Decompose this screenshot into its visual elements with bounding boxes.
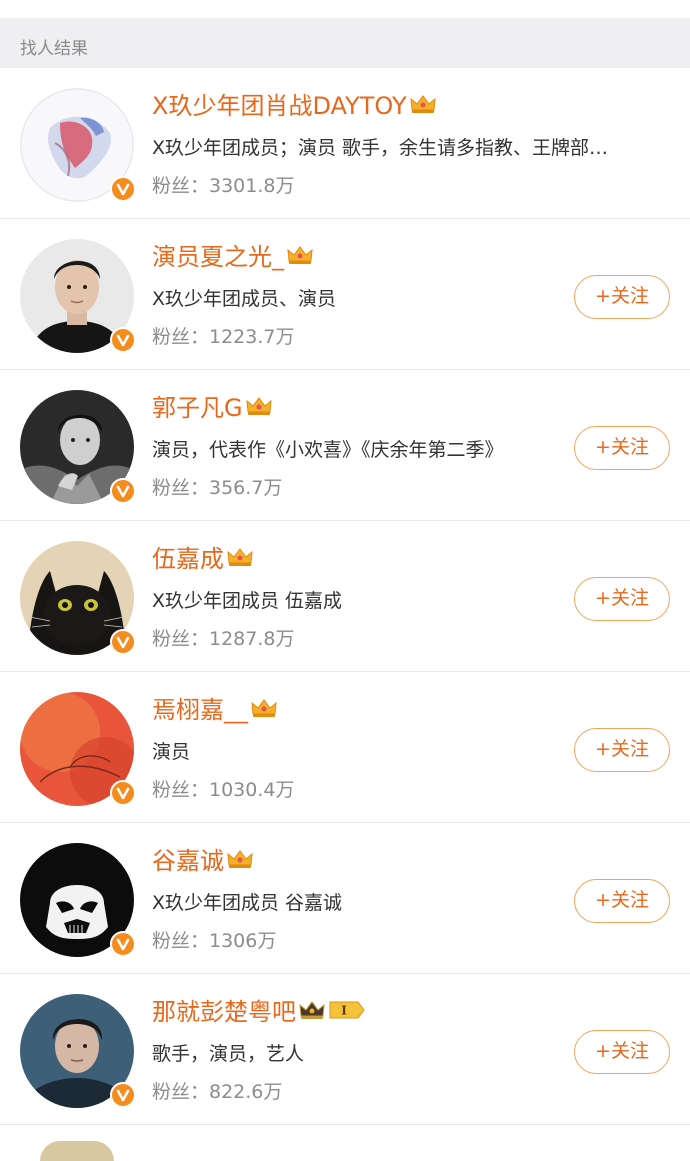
fans-count: 粉丝：3301.8万 — [152, 175, 295, 197]
follow-button[interactable]: +关注 — [574, 1030, 670, 1074]
fans-count: 粉丝：1030.4万 — [152, 779, 295, 801]
section-title: 找人结果 — [20, 39, 88, 59]
fans-count: 粉丝：1223.7万 — [152, 326, 295, 348]
rank-badge-label: I — [341, 1004, 347, 1018]
verified-v-icon — [110, 931, 136, 957]
verified-v-icon — [110, 780, 136, 806]
user-name[interactable]: 那就彭楚粤吧 I — [152, 994, 366, 1030]
user-description: X玖少年团成员 伍嘉成 — [152, 590, 343, 612]
user-result-row[interactable]: X玖少年团肖战DAYTOY X玖少年团成员；演员 歌手，余生请多指教、王牌部… … — [0, 68, 690, 219]
rank-badge-icon: I — [328, 995, 366, 1031]
follow-button[interactable]: +关注 — [574, 275, 670, 319]
verified-v-icon — [110, 327, 136, 353]
user-name-text[interactable]: 那就彭楚粤吧 — [152, 998, 296, 1026]
follow-button[interactable]: +关注 — [574, 879, 670, 923]
user-result-row[interactable]: 演员夏之光_ X玖少年团成员、演员 粉丝：1223.7万 +关注 — [0, 219, 690, 370]
user-description: X玖少年团成员 谷嘉诚 — [152, 892, 343, 914]
user-description: 演员，代表作《小欢喜》《庆余年第二季》 — [152, 439, 504, 461]
user-description: 演员 — [152, 741, 191, 763]
user-description: X玖少年团成员；演员 歌手，余生请多指教、王牌部… — [152, 137, 609, 159]
vip-crown-icon — [409, 89, 437, 125]
verified-v-icon — [110, 629, 136, 655]
top-strip — [0, 0, 690, 18]
user-name[interactable]: 谷嘉诚 — [152, 843, 254, 879]
section-header: 找人结果 — [0, 18, 690, 68]
user-name[interactable]: 伍嘉成 — [152, 541, 254, 577]
fans-count: 粉丝：356.7万 — [152, 477, 283, 499]
fans-count: 粉丝：1306万 — [152, 930, 277, 952]
vip-crown-icon — [226, 844, 254, 880]
next-row-peek — [0, 1125, 690, 1161]
user-name-text[interactable]: 伍嘉成 — [152, 545, 224, 573]
user-name[interactable]: 郭子凡G — [152, 390, 273, 426]
follow-button[interactable]: +关注 — [574, 577, 670, 621]
user-result-row[interactable]: 那就彭楚粤吧 I 歌手，演员，艺人 粉丝：822.6万 +关注 — [0, 974, 690, 1125]
verified-v-icon — [110, 478, 136, 504]
vip-crown-icon — [286, 240, 314, 276]
vip-crown-icon — [250, 693, 278, 729]
user-result-row[interactable]: 郭子凡G 演员，代表作《小欢喜》《庆余年第二季》 粉丝：356.7万 +关注 — [0, 370, 690, 521]
vip-crown-icon — [245, 391, 273, 427]
follow-button[interactable]: +关注 — [574, 728, 670, 772]
user-name-text[interactable]: 郭子凡G — [152, 394, 243, 422]
user-name[interactable]: X玖少年团肖战DAYTOY — [152, 88, 437, 124]
vip-crown-icon — [298, 995, 326, 1031]
user-name-text[interactable]: 焉栩嘉__ — [152, 696, 248, 724]
user-description: X玖少年团成员、演员 — [152, 288, 337, 310]
verified-v-icon — [110, 1082, 136, 1108]
verified-v-icon — [110, 176, 136, 202]
fans-count: 粉丝：822.6万 — [152, 1081, 283, 1103]
fans-count: 粉丝：1287.8万 — [152, 628, 295, 650]
avatar — [40, 1141, 114, 1161]
follow-button[interactable]: +关注 — [574, 426, 670, 470]
user-name-text[interactable]: 谷嘉诚 — [152, 847, 224, 875]
user-name-text[interactable]: X玖少年团肖战DAYTOY — [152, 92, 407, 120]
user-result-row[interactable]: 伍嘉成 X玖少年团成员 伍嘉成 粉丝：1287.8万 +关注 — [0, 521, 690, 672]
user-description: 歌手，演员，艺人 — [152, 1043, 305, 1065]
user-name[interactable]: 焉栩嘉__ — [152, 692, 278, 728]
user-name[interactable]: 演员夏之光_ — [152, 239, 314, 275]
user-result-row[interactable]: 谷嘉诚 X玖少年团成员 谷嘉诚 粉丝：1306万 +关注 — [0, 823, 690, 974]
user-name-text[interactable]: 演员夏之光_ — [152, 243, 284, 271]
vip-crown-icon — [226, 542, 254, 578]
user-result-row[interactable]: 焉栩嘉__ 演员 粉丝：1030.4万 +关注 — [0, 672, 690, 823]
